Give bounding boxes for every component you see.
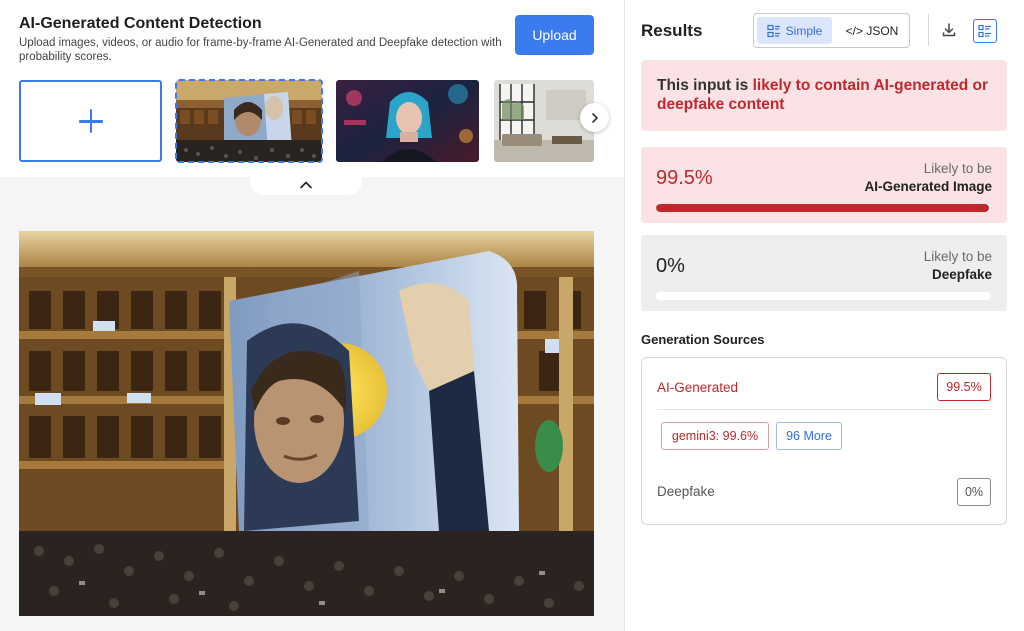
thumbnail-image (176, 80, 322, 162)
page-title: AI-Generated Content Detection (19, 15, 262, 32)
plus-icon (78, 109, 103, 133)
view-toggle: Simple </> JSON (753, 13, 910, 48)
ai-generated-source-badge: 99.5% (937, 373, 991, 401)
verdict-banner: This input is likely to contain AI-gener… (641, 60, 1007, 131)
chevron-right-icon (591, 112, 598, 123)
source-chip-gemini3[interactable]: gemini3: 99.6% (661, 422, 769, 450)
parliament-banner-image (19, 231, 594, 616)
thumbnail-parliament[interactable] (175, 79, 323, 163)
download-button[interactable] (938, 19, 960, 41)
main-preview-image (19, 231, 594, 616)
ai-generated-score-card: 99.5% Likely to be AI-Generated Image (641, 147, 1007, 223)
thumbnail-image (494, 80, 594, 162)
thumbnail-interior[interactable] (494, 80, 594, 162)
view-simple-label: Simple (785, 23, 823, 38)
collapse-gallery-button[interactable] (250, 174, 362, 195)
generation-sources-card: AI-Generated 99.5% gemini3: 99.6% 96 Mor… (641, 357, 1007, 525)
thumbnail-image (336, 80, 479, 162)
list-view-icon (767, 24, 780, 37)
media-pane: AI-Generated Content Detection Upload im… (0, 0, 624, 631)
deepfake-score-label: Deepfake (931, 267, 992, 282)
deepfake-progress-track (656, 292, 991, 300)
list-details-icon (978, 24, 991, 38)
view-simple-tab[interactable]: Simple (757, 17, 832, 44)
ai-generated-score-caption: Likely to be (923, 161, 992, 176)
upload-header: AI-Generated Content Detection Upload im… (0, 0, 624, 177)
page-subtitle: Upload images, videos, or audio for fram… (19, 37, 502, 63)
results-pane: Results Simple </> JSON This input is li… (624, 0, 1024, 631)
ai-generated-progress-fill (656, 204, 990, 212)
download-icon (942, 23, 956, 37)
more-sources-button[interactable]: 96 More (776, 422, 842, 450)
view-json-tab[interactable]: </> JSON (836, 17, 908, 44)
ai-generated-progress-track (656, 204, 991, 212)
deepfake-score-caption: Likely to be (923, 249, 992, 264)
thumbnail-neon-portrait[interactable] (336, 80, 479, 162)
results-title: Results (641, 21, 703, 40)
deepfake-source-badge: 0% (957, 478, 991, 506)
sources-divider (657, 409, 991, 410)
ai-generated-score-value: 99.5% (656, 167, 713, 189)
gallery-next-button[interactable] (580, 103, 609, 132)
details-view-button[interactable] (973, 19, 997, 43)
ai-generated-source-label: AI-Generated (657, 380, 739, 395)
deepfake-source-label: Deepfake (657, 484, 715, 499)
verdict-prefix: This input is (657, 77, 753, 94)
toolbar-divider (928, 14, 929, 46)
generation-sources-title: Generation Sources (641, 332, 765, 347)
ai-generated-score-label: AI-Generated Image (864, 179, 992, 194)
deepfake-score-value: 0% (656, 255, 685, 277)
chevron-up-icon (300, 181, 312, 188)
add-media-tile[interactable] (19, 80, 162, 162)
deepfake-score-card: 0% Likely to be Deepfake (641, 235, 1007, 311)
upload-button[interactable]: Upload (515, 15, 594, 55)
